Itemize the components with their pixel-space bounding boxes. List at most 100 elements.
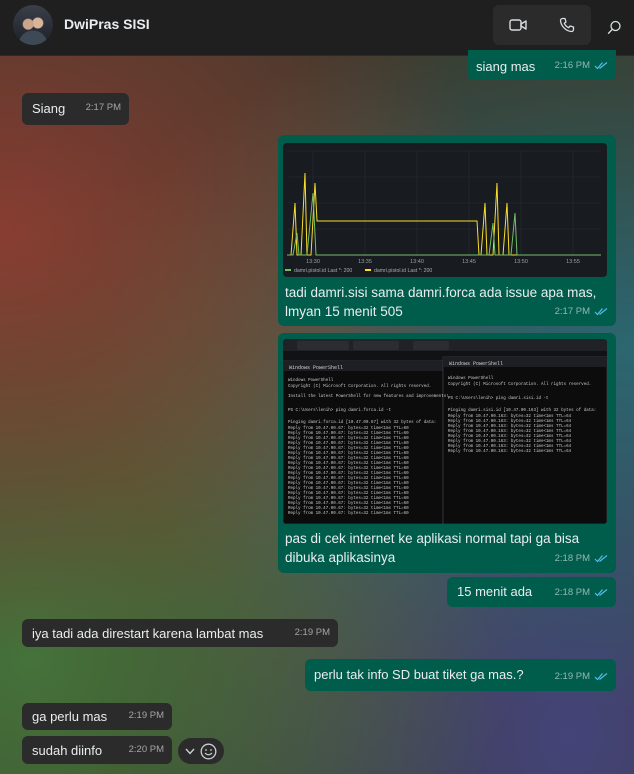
message-incoming[interactable]: sudah diinfo 2:20 PM [22,736,172,764]
terminal-reply-line: Reply from 10.47.00.163: bytes=32 time<1… [448,429,572,434]
contact-name[interactable]: DwiPras SISI [64,16,150,32]
message-incoming[interactable]: iya tadi ada direstart karena lambat mas… [22,619,338,647]
terminal-reply-line: Reply from 10.47.00.67: bytes=32 time<1m… [288,496,409,501]
legend-swatch [285,269,291,271]
message-text: perlu tak info SD buat tiket ga mas.? [314,667,524,682]
grafana-chart-image[interactable]: 13:30 13:35 13:40 13:45 13:50 13:55 damri.pist… [283,143,607,277]
message-text: 15 menit ada [457,584,533,599]
terminal-reply-line: Reply from 10.47.00.163: bytes=32 time<1… [448,419,572,424]
emoji-reaction-icon[interactable] [200,743,217,760]
message-time: 2:16 PM [554,60,590,71]
message-time: 2:20 PM [128,744,164,755]
message-actions [178,738,224,764]
terminal-reply-line: Reply from 10.47.00.67: bytes=32 time<1m… [288,491,409,496]
chat-header: DwiPras SISI [0,0,634,56]
terminal-line: Copyright (C) Microsoft Corporation. All… [448,382,591,387]
latency-chart: 13:30 13:35 13:40 13:45 13:50 13:55 damri.pist… [285,150,601,274]
video-call-icon [508,19,527,31]
terminal-reply-line: Reply from 10.47.00.163: bytes=32 time<1… [448,434,572,439]
x-tick-label: 13:55 [566,259,580,265]
terminal-reply-line: Reply from 10.47.00.67: bytes=32 time<1m… [288,481,409,486]
terminal-reply-line: Reply from 10.47.00.67: bytes=32 time<1m… [288,461,409,466]
terminal-reply-line: Reply from 10.47.00.163: bytes=32 time<1… [448,414,572,419]
terminal-line: Pinging damri.sisi.id [10.47.00.163] wit… [448,408,596,413]
video-call-button[interactable] [493,5,542,45]
terminal-line: Install the latest PowerShell for new fe… [288,394,449,399]
message-text: sudah diinfo [32,743,103,758]
message-time: 2:19 PM [554,671,590,682]
message-outgoing[interactable]: siang mas 2:16 PM [468,50,616,80]
message-time: 2:19 PM [294,627,330,638]
message-incoming[interactable]: ga perlu mas 2:19 PM [22,703,172,730]
terminal-line: PS C:\Users\lenih> ping damri.forca.id -… [288,408,392,413]
legend-entry: damri.pistol.id Last *: 200 [374,268,432,274]
terminal-reply-line: Reply from 10.47.00.67: bytes=32 time<1m… [288,471,409,476]
terminal-reply-line: Reply from 10.47.00.67: bytes=32 time<1m… [288,511,409,516]
message-meta: 2:18 PM [555,583,608,602]
terminal-reply-line: Reply from 10.47.00.163: bytes=32 time<1… [448,439,572,444]
terminal-line: Copyright (C) Microsoft Corporation. All… [288,384,431,389]
terminal-line: PS C:\Users\lenih> ping damri.sisi.id -t [448,396,549,401]
message-meta: 2:17 PM [86,98,121,117]
message-time: 2:17 PM [554,306,590,317]
powershell-screenshot: Windows PowerShell Windows PowerShell Wi… [283,339,607,524]
terminal-reply-line: Reply from 10.47.00.67: bytes=32 time<1m… [288,466,409,471]
message-outgoing-image[interactable]: 13:30 13:35 13:40 13:45 13:50 13:55 damri.pist… [278,135,616,326]
message-meta: 2:19 PM [555,667,608,686]
x-tick-label: 13:30 [306,259,320,265]
message-outgoing-image[interactable]: Windows PowerShell Windows PowerShell Wi… [278,333,616,573]
terminal-reply-line: Reply from 10.47.00.163: bytes=32 time<1… [448,424,572,429]
message-meta: 2:18 PM [555,549,608,568]
read-receipt-icon [594,308,608,316]
message-meta: 2:20 PM [129,740,164,759]
terminal-line: Pinging damri.forca.id [10.47.00.67] wit… [288,420,436,425]
terminal-reply-line: Reply from 10.47.00.67: bytes=32 time<1m… [288,486,409,491]
message-meta: 2:17 PM [555,302,608,321]
chevron-down-icon[interactable] [185,748,195,755]
message-text: Siang [32,101,66,116]
x-tick-label: 13:40 [410,259,424,265]
message-time: 2:19 PM [128,710,164,721]
contact-avatar[interactable] [13,5,53,45]
message-meta: 2:16 PM [555,56,608,75]
legend-swatch [365,269,371,271]
powershell-screenshot-image[interactable]: Windows PowerShell Windows PowerShell Wi… [283,339,607,524]
message-text: iya tadi ada direstart karena lambat mas [32,626,264,641]
window-tab-title: Windows PowerShell [289,365,343,371]
message-incoming[interactable]: Siang 2:17 PM [22,93,129,125]
x-tick-label: 13:50 [514,259,528,265]
message-time: 2:18 PM [554,587,590,598]
message-time: 2:17 PM [85,102,121,113]
message-text: siang mas [476,59,536,74]
terminal-reply-line: Reply from 10.47.00.67: bytes=32 time<1m… [288,456,409,461]
terminal-reply-line: Reply from 10.47.00.67: bytes=32 time<1m… [288,446,409,451]
terminal-reply-line: Reply from 10.47.00.163: bytes=32 time<1… [448,449,572,454]
message-time: 2:18 PM [554,553,590,564]
message-meta: 2:19 PM [295,623,330,642]
voice-call-icon [559,17,574,33]
read-receipt-icon [594,555,608,563]
legend-entry: damri.pistol.id Last *: 200 [294,268,352,274]
message-text: ga perlu mas [32,709,108,724]
search-icon [607,20,621,34]
terminal-reply-line: Reply from 10.47.00.67: bytes=32 time<1m… [288,441,409,446]
message-outgoing[interactable]: perlu tak info SD buat tiket ga mas.? 2:… [305,659,616,691]
read-receipt-icon [594,673,608,681]
terminal-reply-line: Reply from 10.47.00.67: bytes=32 time<1m… [288,506,409,511]
call-buttons-group [493,5,591,45]
terminal-reply-line: Reply from 10.47.00.67: bytes=32 time<1m… [288,436,409,441]
chart-series-line [287,172,601,256]
terminal-reply-line: Reply from 10.47.00.67: bytes=32 time<1m… [288,476,409,481]
search-button[interactable] [600,13,628,41]
read-receipt-icon [594,62,608,70]
message-outgoing[interactable]: 15 menit ada 2:18 PM [447,577,616,607]
x-tick-label: 13:45 [462,259,476,265]
x-tick-label: 13:35 [358,259,372,265]
terminal-line: Windows PowerShell [288,378,334,383]
terminal-reply-line: Reply from 10.47.00.67: bytes=32 time<1m… [288,431,409,436]
terminal-reply-line: Reply from 10.47.00.67: bytes=32 time<1m… [288,501,409,506]
read-receipt-icon [594,589,608,597]
voice-call-button[interactable] [542,5,591,45]
terminal-reply-line: Reply from 10.47.00.67: bytes=32 time<1m… [288,451,409,456]
chart-series-line [287,192,601,256]
